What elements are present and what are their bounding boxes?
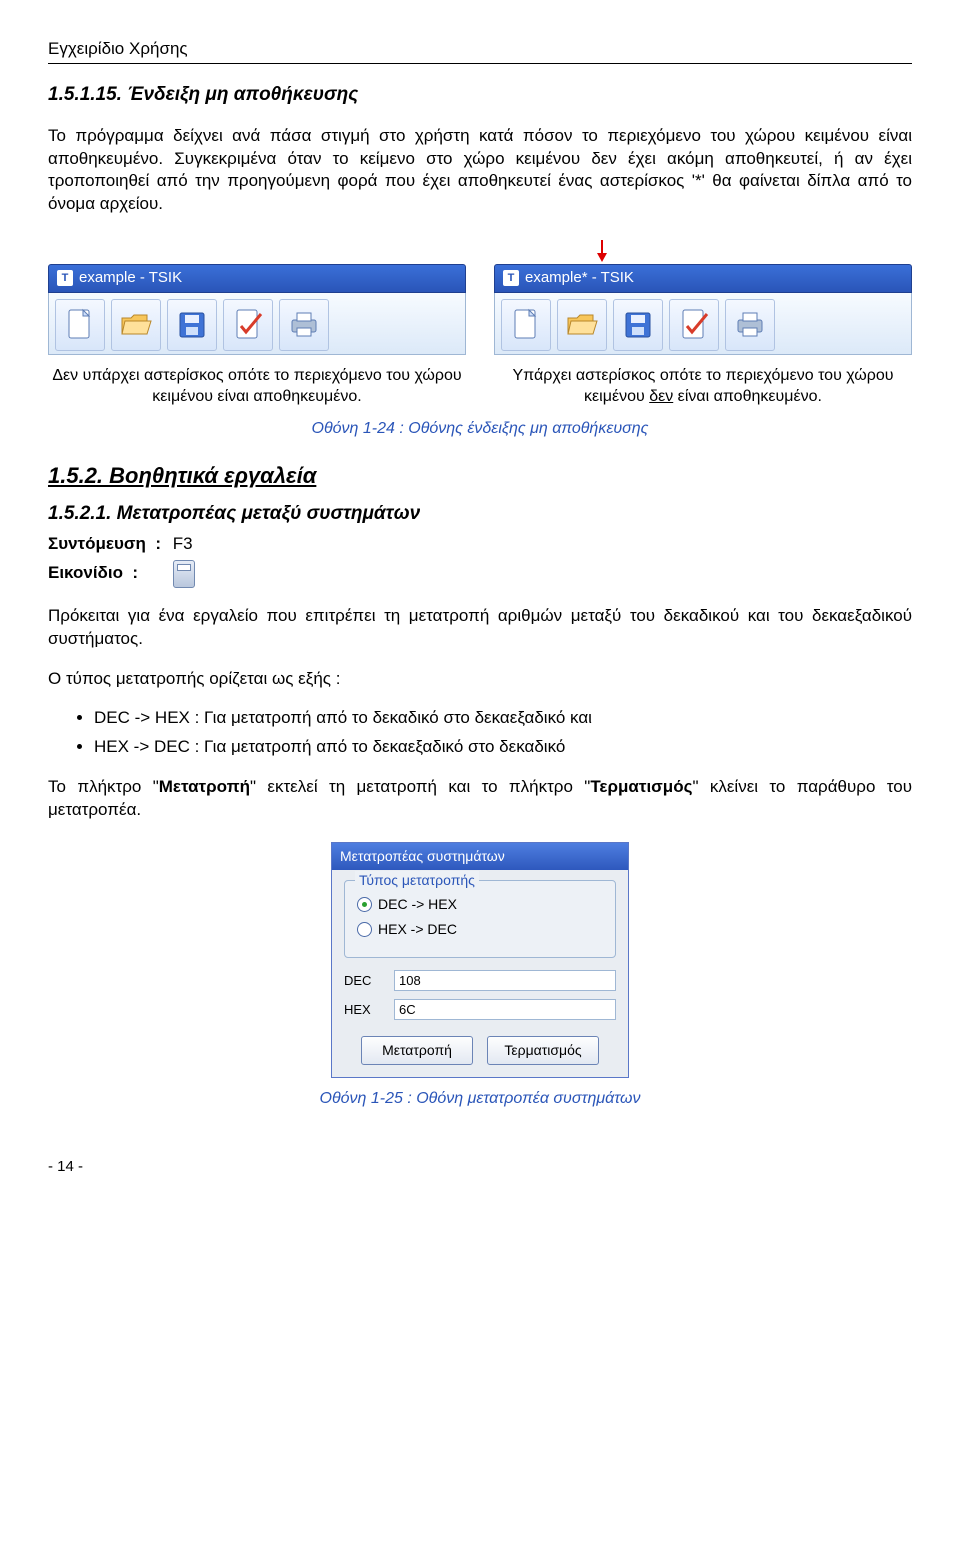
radio-dec-hex[interactable]: DEC -> HEX	[357, 895, 603, 914]
toolbar-check-icon[interactable]	[669, 299, 719, 351]
calculator-icon	[173, 560, 195, 588]
dec-label: DEC	[344, 972, 384, 990]
heading-1521: 1.5.2.1. Μετατροπέας μεταξύ συστημάτων	[48, 501, 912, 527]
caption-left: Δεν υπάρχει αστερίσκος οπότε το περιεχόμ…	[48, 365, 466, 408]
figure-caption-1-25: Οθόνη 1-25 : Οθόνη μετατροπέα συστημάτων	[48, 1088, 912, 1110]
titlebar-text: example - TSIK	[79, 268, 182, 288]
radio-icon[interactable]	[357, 922, 372, 937]
radio-label: HEX -> DEC	[378, 920, 457, 939]
figure-caption-1-24: Οθόνη 1-24 : Οθόνης ένδειξης μη αποθήκευ…	[48, 418, 912, 440]
app-icon: T	[57, 270, 73, 286]
dec-input[interactable]	[394, 970, 616, 991]
button-row: Μετατροπή Τερματισμός	[344, 1036, 616, 1065]
conversion-type-legend: Τύπος μετατροπής	[355, 871, 479, 890]
shortcut-label: Συντόμευση :	[48, 533, 168, 556]
p3a: Το πλήκτρο "	[48, 777, 159, 796]
hex-input[interactable]	[394, 999, 616, 1020]
toolbar-right	[494, 293, 912, 355]
bullet-1: DEC -> HEX : Για μετατροπή από το δεκαδι…	[94, 707, 912, 730]
toolbar-open-icon[interactable]	[111, 299, 161, 351]
convert-button[interactable]: Μετατροπή	[361, 1036, 473, 1065]
figure-row-1-24: T example - TSIK T exam	[48, 238, 912, 354]
toolbar-open-icon[interactable]	[557, 299, 607, 351]
hex-label: HEX	[344, 1001, 384, 1019]
toolbar-new-icon[interactable]	[501, 299, 551, 351]
titlebar-unsaved: T example* - TSIK	[494, 264, 912, 292]
toolbar-left	[48, 293, 466, 355]
header-rule	[48, 63, 912, 64]
figure-left: T example - TSIK	[48, 238, 466, 354]
p3b: Μετατροπή	[159, 777, 250, 796]
converter-titlebar: Μετατροπέας συστημάτων	[332, 843, 628, 870]
caption-right-u: δεν	[649, 388, 673, 405]
bullet-2: HEX -> DEC : Για μετατροπή από το δεκαεξ…	[94, 736, 912, 759]
hex-row: HEX	[344, 999, 616, 1020]
asterisk-arrow	[494, 238, 912, 264]
toolbar-new-icon[interactable]	[55, 299, 105, 351]
toolbar-save-icon[interactable]	[613, 299, 663, 351]
titlebar-saved: T example - TSIK	[48, 264, 466, 292]
heading-1515: 1.5.1.15. Ένδειξη μη αποθήκευσης	[48, 82, 912, 108]
toolbar-save-icon[interactable]	[167, 299, 217, 351]
radio-hex-dec[interactable]: HEX -> DEC	[357, 920, 603, 939]
heading-152: 1.5.2. Βοηθητικά εργαλεία	[48, 461, 912, 491]
toolbar-check-icon[interactable]	[223, 299, 273, 351]
figure-right: T example* - TSIK	[494, 238, 912, 354]
caption-right: Υπάρχει αστερίσκος οπότε το περιεχόμενο …	[494, 365, 912, 408]
icon-row: Εικονίδιο :	[48, 560, 912, 588]
p3c: " εκτελεί τη μετατροπή και το πλήκτρο "	[250, 777, 590, 796]
dec-row: DEC	[344, 970, 616, 991]
titlebar-text: example* - TSIK	[525, 268, 634, 288]
toolbar-print-icon[interactable]	[279, 299, 329, 351]
conversion-type-group: Τύπος μετατροπής DEC -> HEX HEX -> DEC	[344, 880, 616, 958]
close-button[interactable]: Τερματισμός	[487, 1036, 599, 1065]
icon-label: Εικονίδιο :	[48, 562, 168, 585]
caption-right-b: είναι αποθηκευμένο.	[673, 388, 822, 405]
p3d: Τερματισμός	[590, 777, 692, 796]
para-1521-3: Το πλήκτρο "Μετατροπή" εκτελεί τη μετατρ…	[48, 776, 912, 822]
page-number: - 14 -	[48, 1157, 912, 1177]
para-1521-2: Ο τύπος μετατροπής ορίζεται ως εξής :	[48, 668, 912, 691]
para-1521-1: Πρόκειται για ένα εργαλείο που επιτρέπει…	[48, 605, 912, 651]
doc-header: Εγχειρίδιο Χρήσης	[48, 38, 912, 61]
shortcut-row: Συντόμευση : F3	[48, 533, 912, 556]
app-icon: T	[503, 270, 519, 286]
bullet-list: DEC -> HEX : Για μετατροπή από το δεκαδι…	[48, 707, 912, 759]
caption-pair: Δεν υπάρχει αστερίσκος οπότε το περιεχόμ…	[48, 365, 912, 408]
radio-label: DEC -> HEX	[378, 895, 457, 914]
converter-window: Μετατροπέας συστημάτων Τύπος μετατροπής …	[331, 842, 629, 1078]
radio-icon[interactable]	[357, 897, 372, 912]
toolbar-print-icon[interactable]	[725, 299, 775, 351]
shortcut-value: F3	[173, 534, 193, 553]
para-1515-1: Το πρόγραμμα δείχνει ανά πάσα στιγμή στο…	[48, 125, 912, 217]
